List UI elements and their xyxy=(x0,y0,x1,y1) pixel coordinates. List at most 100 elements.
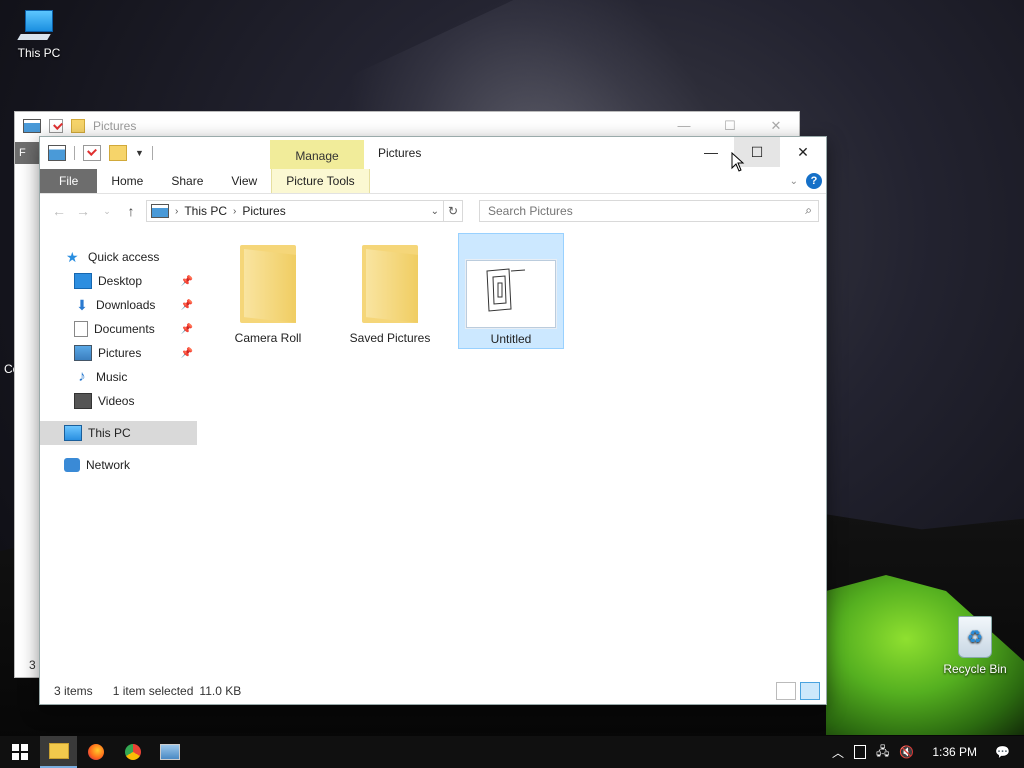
minimize-icon[interactable]: — xyxy=(661,118,707,134)
nav-this-pc[interactable]: This PC xyxy=(40,421,197,445)
nav-label: This PC xyxy=(88,426,131,440)
explorer-window[interactable]: ▼ Manage Pictures — ☐ ✕ File Home Share … xyxy=(39,136,827,705)
desktop-icon-label: This PC xyxy=(17,46,61,60)
breadcrumb-separator-icon[interactable]: › xyxy=(175,206,178,217)
search-box[interactable]: ⌕ xyxy=(479,200,819,222)
help-icon[interactable]: ? xyxy=(806,173,822,189)
tab-view[interactable]: View xyxy=(217,169,271,193)
nav-item-music[interactable]: ♪ Music xyxy=(40,365,197,389)
up-arrow-icon[interactable]: ↑ xyxy=(122,203,140,219)
nav-item-downloads[interactable]: ⬇ Downloads 📌 xyxy=(40,293,197,317)
tablet-icon[interactable] xyxy=(854,745,866,759)
window-title: Pictures xyxy=(378,146,422,160)
recycle-bin-icon: ♻ xyxy=(958,616,992,658)
address-bar[interactable]: › This PC › Pictures ⌄ xyxy=(146,200,444,222)
minimize-button[interactable]: — xyxy=(688,137,734,167)
folder-icon xyxy=(71,119,85,133)
document-icon xyxy=(74,321,88,337)
nav-label: Documents xyxy=(94,322,155,336)
breadcrumb-pictures[interactable]: Pictures xyxy=(242,204,285,218)
desktop-icon-recycle-bin[interactable]: ♻ Recycle Bin xyxy=(940,616,1010,676)
selection-size: 11.0 KB xyxy=(199,684,242,698)
nav-label: Downloads xyxy=(96,298,156,312)
folder-icon xyxy=(362,245,418,323)
music-note-icon: ♪ xyxy=(78,368,86,385)
new-folder-icon[interactable] xyxy=(109,145,127,161)
file-item-untitled[interactable]: Untitled xyxy=(458,233,564,349)
clock[interactable]: 1:36 PM xyxy=(924,745,985,759)
file-explorer-icon xyxy=(48,743,69,759)
nav-label: Network xyxy=(86,458,131,472)
properties-icon[interactable] xyxy=(83,145,101,161)
image-thumbnail xyxy=(466,260,556,328)
window-icon xyxy=(23,119,41,133)
taskbar-file-explorer[interactable] xyxy=(40,736,77,768)
tab-home[interactable]: Home xyxy=(97,169,157,193)
pin-icon: 📌 xyxy=(180,299,193,311)
large-icons-view-icon[interactable] xyxy=(800,682,820,700)
pictures-icon xyxy=(74,345,92,361)
file-name: Untitled xyxy=(490,332,532,346)
nav-label: Videos xyxy=(98,394,135,408)
notification-icon[interactable]: 💬 xyxy=(995,745,1010,759)
volume-muted-icon[interactable]: 🔇 xyxy=(899,745,914,759)
status-bar: 3 items 1 item selected 11.0 KB xyxy=(40,678,826,704)
forward-arrow-icon[interactable]: → xyxy=(74,203,92,219)
search-input[interactable] xyxy=(480,203,790,219)
taskbar-firefox[interactable] xyxy=(77,736,114,768)
start-button[interactable] xyxy=(0,736,40,768)
nav-item-desktop[interactable]: Desktop 📌 xyxy=(40,269,197,293)
desktop-icon xyxy=(74,273,92,289)
file-list: Camera Roll Saved Pictures Untitled xyxy=(210,233,826,673)
nav-item-documents[interactable]: Documents 📌 xyxy=(40,317,197,341)
network-icon[interactable]: 🖧 xyxy=(876,742,889,763)
ribbon-tabs: File Home Share View Picture Tools ⌄ ? xyxy=(40,169,826,194)
pin-icon: 📌 xyxy=(180,275,193,287)
taskbar-chrome[interactable] xyxy=(114,736,151,768)
customize-dropdown-icon[interactable]: ▼ xyxy=(135,148,144,158)
file-item-camera-roll[interactable]: Camera Roll xyxy=(216,233,320,347)
mouse-cursor-icon xyxy=(731,152,745,172)
properties-icon xyxy=(49,119,63,133)
desktop-icon-this-pc[interactable]: This PC xyxy=(14,10,64,60)
tab-share[interactable]: Share xyxy=(157,169,217,193)
film-icon xyxy=(74,393,92,409)
pin-icon: 📌 xyxy=(180,347,193,359)
refresh-button[interactable]: ↻ xyxy=(444,200,463,222)
close-icon[interactable]: ✕ xyxy=(753,118,799,134)
pictures-location-icon xyxy=(151,204,169,218)
search-icon[interactable]: ⌕ xyxy=(805,203,812,218)
tab-file[interactable]: File xyxy=(40,169,98,193)
item-count: 3 items xyxy=(54,684,93,698)
system-tray: ︿ 🖧 🔇 1:36 PM 💬 xyxy=(832,742,1024,763)
maximize-icon[interactable]: ☐ xyxy=(707,118,753,134)
tab-manage[interactable]: Manage xyxy=(270,140,364,169)
window-icon[interactable] xyxy=(48,145,66,161)
windows-logo-icon xyxy=(12,744,28,760)
nav-label: Quick access xyxy=(88,250,160,264)
chevron-up-icon[interactable]: ︿ xyxy=(832,744,844,761)
nav-item-pictures[interactable]: Pictures 📌 xyxy=(40,341,197,365)
nav-item-videos[interactable]: Videos xyxy=(40,389,197,413)
back-arrow-icon[interactable]: ← xyxy=(50,203,68,219)
nav-label: Desktop xyxy=(98,274,143,288)
breadcrumb-separator-icon[interactable]: › xyxy=(233,206,236,217)
firefox-icon xyxy=(87,744,104,760)
divider xyxy=(74,146,75,160)
selection-info: 1 item selected xyxy=(112,684,194,698)
close-button[interactable]: ✕ xyxy=(780,137,826,167)
taskbar-network-app[interactable] xyxy=(151,736,188,768)
address-dropdown-icon[interactable]: ⌄ xyxy=(431,206,439,217)
recent-locations-icon[interactable]: ⌄ xyxy=(98,206,116,217)
title-bar[interactable]: ▼ Manage Pictures — ☐ ✕ xyxy=(40,137,826,169)
nav-network[interactable]: Network xyxy=(40,453,197,477)
chrome-icon xyxy=(124,744,141,760)
download-arrow-icon: ⬇ xyxy=(76,297,88,313)
file-item-saved-pictures[interactable]: Saved Pictures xyxy=(338,233,442,347)
details-view-icon[interactable] xyxy=(776,682,796,700)
nav-quick-access[interactable]: ★ Quick access xyxy=(40,245,197,269)
expand-ribbon-icon[interactable]: ⌄ xyxy=(790,176,798,187)
taskbar: ︿ 🖧 🔇 1:36 PM 💬 xyxy=(0,736,1024,768)
breadcrumb-this-pc[interactable]: This PC xyxy=(184,204,227,218)
tab-picture-tools[interactable]: Picture Tools xyxy=(271,169,370,193)
